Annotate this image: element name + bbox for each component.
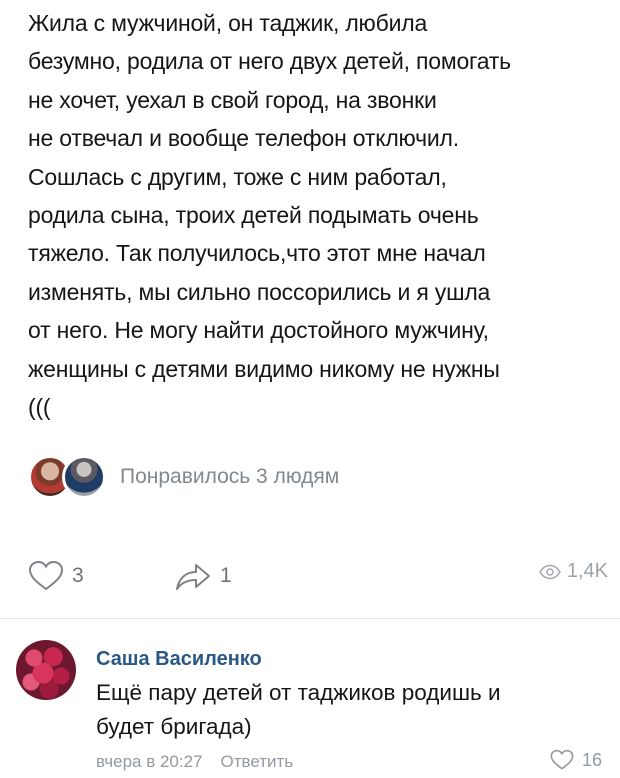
post-line: женщины с детями видимо никому не нужны xyxy=(28,355,500,382)
post-line: безумно, родила от него двух детей, помо… xyxy=(28,48,511,75)
avatar[interactable] xyxy=(62,455,106,499)
like-button[interactable]: 3 xyxy=(28,560,84,592)
comment-author[interactable]: Саша Василенко xyxy=(96,648,262,671)
post-line: не хочет, уехал в свой город, на звонки xyxy=(28,86,437,113)
avatar[interactable] xyxy=(16,640,76,700)
heart-icon xyxy=(28,560,64,591)
post-line: Жила с мужчиной, он таджик, любила xyxy=(28,10,428,36)
reply-button[interactable]: Ответить xyxy=(221,752,294,771)
share-button[interactable]: 1 xyxy=(174,560,232,592)
post-line: родила сына, троих детей подымать очень xyxy=(28,202,479,229)
views-counter: 1,4K xyxy=(538,560,608,583)
views-count: 1,4K xyxy=(566,560,608,582)
post-line: изменять, мы сильно поссорились и я ушла xyxy=(28,278,491,305)
comment-like-count: 16 xyxy=(581,749,602,770)
post-actions: 3 1 1,4K xyxy=(28,560,608,596)
liked-by-row[interactable]: Понравилось 3 людям xyxy=(28,452,339,502)
comment-time: вчера в 20:27 xyxy=(96,752,203,771)
share-count: 1 xyxy=(220,564,232,587)
eye-icon xyxy=(538,564,561,579)
divider xyxy=(0,618,620,619)
post-line: Сошлась с другим, тоже с ним работал, xyxy=(28,163,447,190)
like-count: 3 xyxy=(72,564,84,587)
post-line: от него. Не могу найти достойного мужчин… xyxy=(28,317,489,344)
post-line: не отвечал и вообще телефон отключил. xyxy=(28,125,459,152)
share-arrow-icon xyxy=(176,564,210,590)
post-line: ((( xyxy=(28,394,51,421)
post-text: Жила с мужчиной, он таджик, любила безум… xyxy=(28,4,608,426)
liked-by-text[interactable]: Понравилось 3 людям xyxy=(120,465,339,489)
comment-meta: вчера в 20:27 Ответить xyxy=(96,752,293,772)
comment-line: Ещё пару детей от таджиков родишь и xyxy=(96,680,501,705)
heart-icon xyxy=(550,749,574,770)
comment-like-button[interactable]: 16 xyxy=(550,749,602,771)
comment-line: будет бригада) xyxy=(96,714,252,739)
comment-text: Ещё пару детей от таджиков родишь и буде… xyxy=(96,676,606,744)
post-line: тяжело. Так получилось,что этот мне нача… xyxy=(28,240,486,267)
